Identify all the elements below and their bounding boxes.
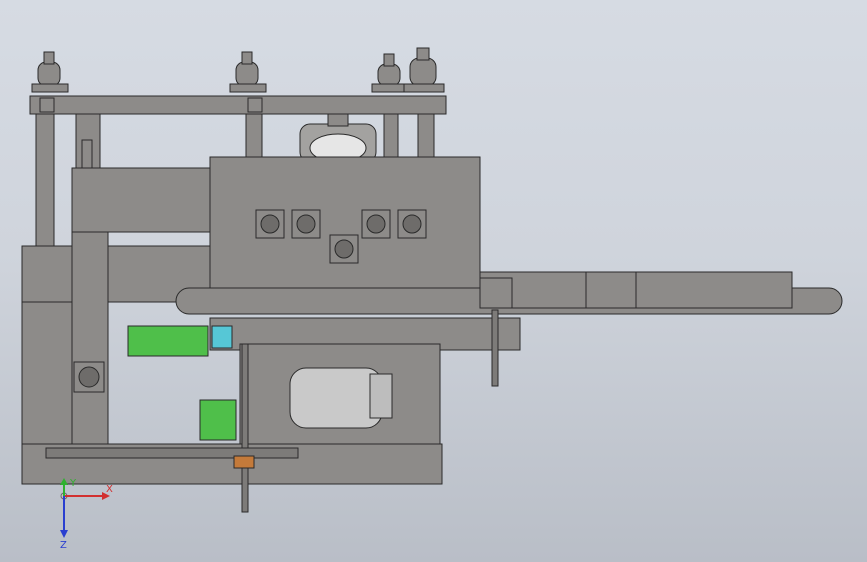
x-axis-label: X	[106, 484, 113, 495]
top-crossbeam	[29, 95, 447, 115]
z-axis-arrowhead-icon	[60, 530, 68, 538]
bearing-flange-lower-left	[73, 361, 105, 393]
bearing-flange-5	[329, 234, 359, 264]
bearing-flange-2	[291, 209, 321, 239]
bearing-flange-1	[255, 209, 285, 239]
caster-wheel-left	[31, 51, 69, 93]
z-axis-label: Z	[60, 540, 67, 548]
bearing-flange-3	[361, 209, 391, 239]
horizontal-shaft	[45, 447, 299, 459]
green-gripper-block-lower	[199, 399, 237, 441]
cyan-sensor-strip	[211, 325, 233, 349]
post-right-a	[383, 113, 399, 163]
top-gear-motor	[299, 113, 377, 163]
vertical-shaft-left	[241, 343, 249, 513]
left-frame-panel	[71, 167, 213, 233]
post-center	[245, 113, 263, 163]
y-axis-label: Y	[69, 478, 77, 489]
post-left-rod	[81, 139, 93, 171]
coordinate-triad[interactable]: X Y Z	[40, 478, 120, 548]
conveyor-end-block	[585, 271, 637, 309]
post-right-b	[417, 113, 435, 163]
vertical-shaft-right	[491, 309, 499, 387]
conveyor-carriage	[479, 277, 513, 309]
caster-wheel-right-a	[371, 53, 407, 93]
orange-collar	[233, 455, 255, 469]
top-beam-block-center	[247, 97, 263, 113]
top-beam-block-left	[39, 97, 55, 113]
caster-wheel-right-b	[403, 47, 445, 93]
y-axis-arrowhead-icon	[60, 478, 68, 485]
green-gripper-block-upper	[127, 325, 209, 357]
drive-motor	[289, 367, 393, 429]
cad-graphics-viewport[interactable]: X Y Z	[0, 0, 867, 562]
bearing-flange-4	[397, 209, 427, 239]
main-gear-housing	[209, 156, 481, 306]
machine-assembly-model[interactable]	[0, 0, 867, 562]
caster-wheel-center	[229, 51, 267, 93]
